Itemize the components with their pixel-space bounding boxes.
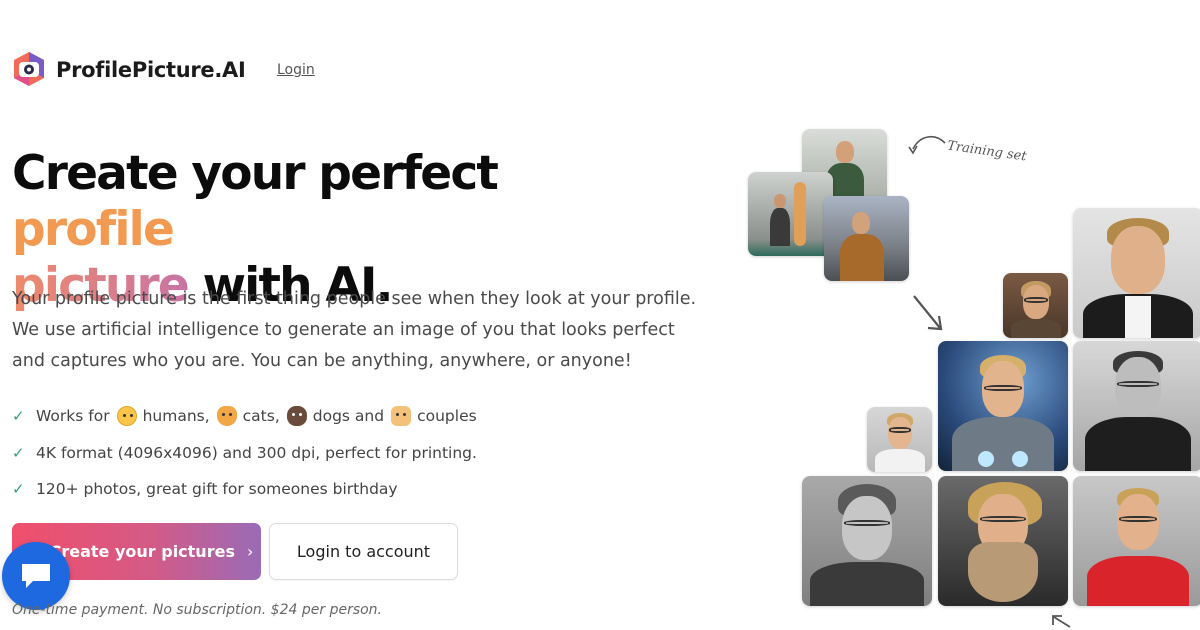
chevron-right-icon: ›: [246, 542, 254, 561]
brand-name[interactable]: ProfilePicture.AI: [56, 58, 246, 82]
chat-icon: [22, 564, 50, 588]
training-photo: [748, 172, 833, 256]
feature-part: couples: [417, 407, 477, 426]
feature-item: ✓ 4K format (4096x4096) and 300 dpi, per…: [12, 435, 477, 472]
feature-item: ✓ 120+ photos, great gift for someones b…: [12, 471, 477, 508]
check-icon: ✓: [12, 407, 25, 426]
training-set-label: Training set: [946, 138, 1028, 165]
up-arrow-icon: [1052, 615, 1071, 628]
result-photo: [938, 341, 1068, 471]
feature-prefix: Works for: [36, 407, 110, 426]
feature-text: 120+ photos, great gift for someones bir…: [36, 480, 398, 499]
check-icon: ✓: [12, 480, 25, 499]
curved-arrow-icon: [908, 136, 946, 155]
human-emoji-icon: [116, 406, 137, 427]
feature-part: dogs and: [312, 407, 385, 426]
headline-accent-profile: profile: [12, 202, 175, 257]
result-photo: [802, 476, 932, 606]
result-photo: [1073, 208, 1200, 338]
cat-emoji-icon: [216, 406, 237, 427]
result-photo: [867, 407, 932, 472]
payment-note: One-time payment. No subscription. $24 p…: [12, 602, 383, 618]
feature-part: cats,: [242, 407, 280, 426]
result-photo: [1073, 341, 1200, 471]
feature-item: ✓ Works for humans, cats, dogs and coupl…: [12, 398, 477, 435]
result-photo: [1003, 273, 1068, 338]
login-link[interactable]: Login: [277, 62, 315, 78]
feature-part: humans,: [142, 407, 210, 426]
couple-emoji-icon: [391, 406, 412, 427]
result-photo: [1073, 476, 1200, 606]
create-pictures-label: Create your pictures: [49, 542, 235, 561]
chat-widget-button[interactable]: [2, 542, 70, 610]
dog-emoji-icon: [286, 406, 307, 427]
login-account-button[interactable]: Login to account: [269, 523, 458, 580]
hero-lead: Your profile picture is the first thing …: [12, 289, 697, 371]
down-arrow-icon: [913, 295, 943, 331]
training-photo: [824, 196, 909, 281]
check-icon: ✓: [12, 443, 25, 462]
result-photo: [938, 476, 1068, 606]
headline-text-1: Create your perfect: [12, 146, 499, 201]
feature-text: 4K format (4096x4096) and 300 dpi, perfe…: [36, 443, 477, 462]
feature-list: ✓ Works for humans, cats, dogs and coupl…: [12, 398, 477, 508]
logo-icon[interactable]: [10, 50, 48, 88]
